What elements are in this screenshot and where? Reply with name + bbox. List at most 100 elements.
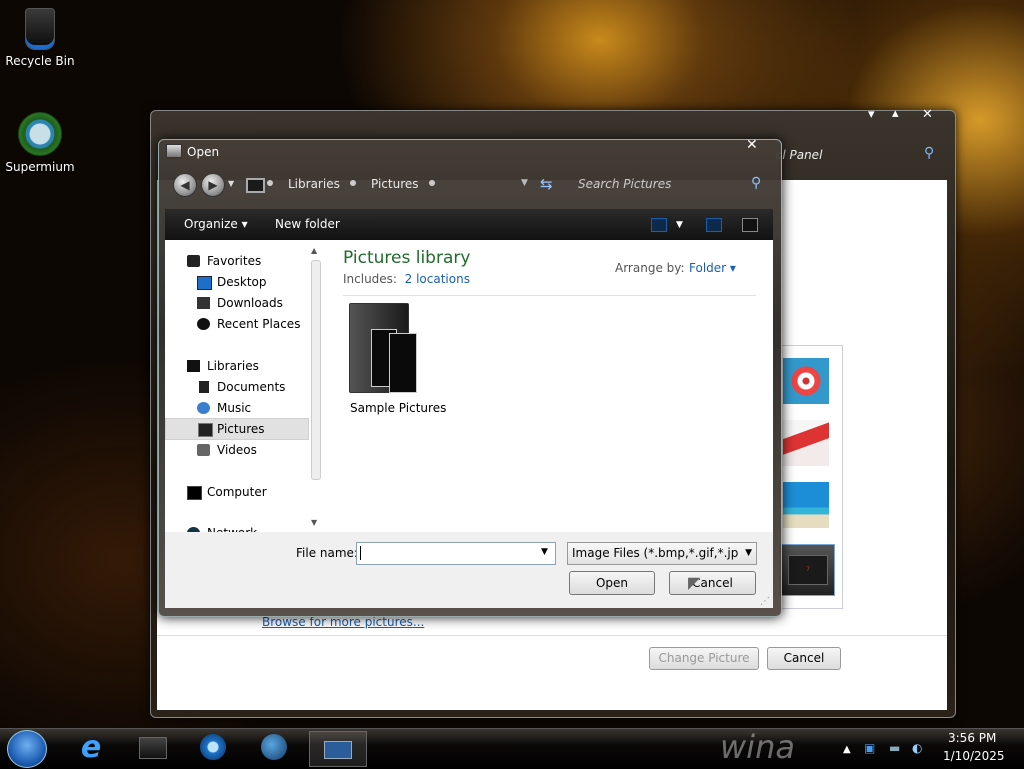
preview-pane-icon[interactable] (706, 218, 722, 232)
thumbnail-origami[interactable] (783, 420, 829, 466)
library-title: Pictures library (343, 248, 471, 268)
control-panel-cancel-button[interactable]: Cancel (767, 647, 841, 670)
nav-recent-places[interactable]: Recent Places (165, 314, 307, 334)
browse-more-pictures-link[interactable]: Browse for more pictures... (262, 615, 424, 629)
file-name-dropdown-icon[interactable]: ▼ (541, 547, 548, 557)
clock-time[interactable]: 3:56 PM (948, 731, 996, 745)
back-arrow-icon[interactable]: ◀ (173, 173, 197, 197)
locations-link[interactable]: 2 locations (405, 272, 470, 286)
active-window-task[interactable] (309, 731, 367, 767)
nav-computer[interactable]: Computer (165, 482, 307, 502)
thumbnail-beach[interactable] (783, 482, 829, 528)
nav-label: Documents (217, 380, 286, 394)
change-view-icon[interactable] (651, 218, 667, 232)
media-player-icon[interactable] (192, 731, 234, 765)
forward-arrow-icon[interactable]: ▶ (201, 173, 225, 197)
library-includes: Includes: 2 locations (343, 272, 470, 286)
minimize-icon[interactable]: ▾ (868, 107, 875, 122)
desktop-icon-recycle-bin[interactable]: Recycle Bin (0, 8, 80, 68)
internet-explorer-icon[interactable]: e (70, 731, 112, 765)
folder-label: Sample Pictures (350, 401, 447, 415)
organize-button[interactable]: Organize ▾ (184, 217, 248, 231)
refresh-icon[interactable]: ⇆ (540, 175, 553, 193)
thumbnail-ferris-wheel[interactable] (783, 358, 829, 404)
nav-label: Libraries (207, 359, 259, 373)
breadcrumb-separator[interactable] (267, 180, 273, 186)
file-type-select[interactable]: Image Files (*.bmp,*.gif,*.jpg,*.jpeg,*.… (567, 542, 757, 565)
nav-downloads[interactable]: Downloads (165, 293, 307, 313)
nav-documents[interactable]: Documents (165, 377, 307, 397)
nav-label: Downloads (217, 296, 283, 310)
watermark: wina (720, 728, 795, 766)
nav-favorites[interactable]: Favorites (165, 251, 307, 271)
divider (343, 295, 756, 296)
breadcrumb-pictures[interactable]: Pictures (371, 177, 419, 191)
nav-label: Favorites (207, 254, 262, 268)
picture-thumbnails: 7 (775, 345, 843, 609)
nav-network[interactable]: Network (165, 523, 307, 532)
close-icon[interactable]: ✕ (746, 137, 758, 153)
clock-date[interactable]: 1/10/2025 (943, 749, 1005, 763)
breadcrumb-separator[interactable] (429, 180, 435, 186)
nav-label: Videos (217, 443, 257, 457)
nav-pictures[interactable]: Pictures (165, 418, 309, 440)
view-dropdown-icon[interactable]: ▼ (676, 220, 683, 230)
browser-globe-icon[interactable] (253, 731, 295, 765)
navigation-pane: Favorites Desktop Downloads Recent Place… (165, 240, 309, 532)
resize-grip-icon[interactable]: ⋰ (760, 596, 770, 607)
file-name-input[interactable] (356, 542, 556, 565)
search-input[interactable]: Search Pictures (578, 177, 671, 191)
new-folder-button[interactable]: New folder (275, 217, 340, 231)
close-icon[interactable]: ✕ (922, 107, 933, 122)
arrange-by-label: Arrange by: (615, 261, 685, 275)
mouse-cursor-icon: ◤ (688, 573, 701, 592)
thumbnail-label: 7 (788, 555, 828, 585)
cancel-button[interactable]: Cancel (669, 571, 756, 595)
recent-places-icon (197, 318, 210, 330)
nav-label: Network (207, 523, 257, 532)
videos-icon (197, 444, 210, 456)
pictures-icon (198, 423, 213, 437)
file-explorer-icon[interactable] (131, 731, 173, 765)
libraries-icon (187, 360, 200, 372)
tray-app-icon[interactable]: ▣ (864, 741, 875, 755)
volume-icon[interactable]: ◐ (912, 741, 922, 755)
search-icon[interactable]: ⚲ (751, 175, 761, 191)
desktop-icon-supermium[interactable]: Supermium (0, 112, 80, 174)
nav-label: Computer (207, 485, 267, 499)
tray-expand-icon[interactable]: ▲ (843, 744, 851, 755)
sample-pictures-folder[interactable] (347, 303, 419, 395)
desktop-icon (197, 276, 212, 290)
nav-label: Recent Places (217, 317, 301, 331)
arrange-by-dropdown[interactable]: Folder ▾ (689, 261, 736, 275)
nav-libraries[interactable]: Libraries (165, 356, 307, 376)
music-icon (197, 402, 210, 414)
dialog-title: Open (187, 145, 220, 159)
scroll-down-icon[interactable]: ▼ (311, 518, 317, 527)
nav-desktop[interactable]: Desktop (165, 272, 307, 292)
breadcrumb-libraries[interactable]: Libraries (288, 177, 340, 191)
open-button[interactable]: Open (569, 571, 655, 595)
nav-scrollbar[interactable] (311, 260, 321, 480)
nav-music[interactable]: Music (165, 398, 307, 418)
dialog-app-icon (166, 144, 182, 158)
start-button[interactable] (7, 730, 47, 768)
search-icon[interactable]: ⚲ (924, 145, 938, 161)
supermium-browser-icon (18, 112, 62, 156)
includes-label: Includes: (343, 272, 397, 286)
breadcrumb-separator[interactable] (350, 180, 356, 186)
nav-videos[interactable]: Videos (165, 440, 307, 460)
favorites-star-icon (187, 255, 200, 267)
scroll-up-icon[interactable]: ▲ (311, 246, 317, 255)
change-picture-button[interactable]: Change Picture (649, 647, 759, 670)
network-tray-icon[interactable]: ▬ (889, 741, 900, 755)
maximize-icon[interactable]: ▴ (892, 106, 899, 121)
downloads-icon (197, 297, 210, 309)
thumbnail-selected[interactable]: 7 (779, 544, 835, 596)
help-icon[interactable] (742, 218, 758, 232)
address-dropdown-icon[interactable]: ▼ (521, 178, 528, 188)
recent-locations-dropdown[interactable]: ▼ (228, 179, 234, 188)
computer-icon (187, 486, 202, 500)
chevron-down-icon: ▼ (745, 548, 752, 558)
recycle-bin-icon (25, 8, 55, 50)
